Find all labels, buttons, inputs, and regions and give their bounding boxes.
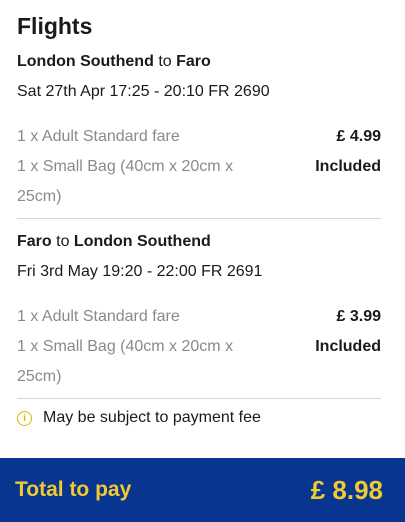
section-title: Flights bbox=[17, 13, 93, 39]
destination: Faro bbox=[176, 53, 211, 70]
total-label: Total to pay bbox=[15, 478, 132, 501]
route-connector: to bbox=[158, 53, 172, 70]
fare-line: 1 x Adult Standard fare £ 4.99 bbox=[17, 122, 381, 152]
total-value: £ 8.98 bbox=[310, 474, 383, 505]
flight-outbound: London Southend to Faro Sat 27th Apr 17:… bbox=[17, 51, 381, 219]
fare-line-label: 1 x Adult Standard fare bbox=[17, 128, 180, 145]
fare-line-value: Included bbox=[315, 158, 381, 175]
flight-return: Faro to London Southend Fri 3rd May 19:2… bbox=[17, 231, 381, 399]
divider bbox=[17, 218, 381, 219]
info-icon: i bbox=[17, 410, 32, 426]
fare-lines: 1 x Adult Standard fare £ 4.99 1 x Small… bbox=[17, 122, 381, 212]
flight-route: London Southend to Faro bbox=[17, 51, 381, 73]
fare-line-label: 1 x Small Bag (40cm x 20cm x 25cm) bbox=[17, 338, 234, 385]
fare-lines: 1 x Adult Standard fare £ 3.99 1 x Small… bbox=[17, 302, 381, 392]
flight-schedule: Sat 27th Apr 17:25 - 20:10 FR 2690 bbox=[17, 83, 270, 100]
fare-line-label: 1 x Small Bag (40cm x 20cm x 25cm) bbox=[17, 158, 234, 205]
flight-route: Faro to London Southend bbox=[17, 231, 381, 253]
payment-fee-note: i May be subject to payment fee bbox=[17, 409, 381, 427]
fare-line-value: Included bbox=[315, 338, 381, 355]
booking-summary: Flights London Southend to Faro Sat 27th… bbox=[0, 0, 405, 427]
fare-line: 1 x Adult Standard fare £ 3.99 bbox=[17, 302, 381, 332]
fare-line-label: 1 x Adult Standard fare bbox=[17, 308, 180, 325]
origin: London Southend bbox=[17, 53, 154, 70]
divider bbox=[17, 398, 381, 399]
route-connector: to bbox=[56, 233, 70, 250]
destination: London Southend bbox=[73, 233, 211, 250]
fare-line-value: £ 4.99 bbox=[336, 128, 381, 145]
fare-line: 1 x Small Bag (40cm x 20cm x 25cm) Inclu… bbox=[17, 332, 381, 392]
total-bar: Total to pay £ 8.98 bbox=[0, 458, 405, 522]
fare-line: 1 x Small Bag (40cm x 20cm x 25cm) Inclu… bbox=[17, 152, 381, 212]
flight-schedule: Fri 3rd May 19:20 - 22:00 FR 2691 bbox=[17, 263, 263, 280]
fare-line-value: £ 3.99 bbox=[336, 308, 381, 325]
note-text: May be subject to payment fee bbox=[43, 409, 261, 426]
origin: Faro bbox=[17, 233, 52, 250]
